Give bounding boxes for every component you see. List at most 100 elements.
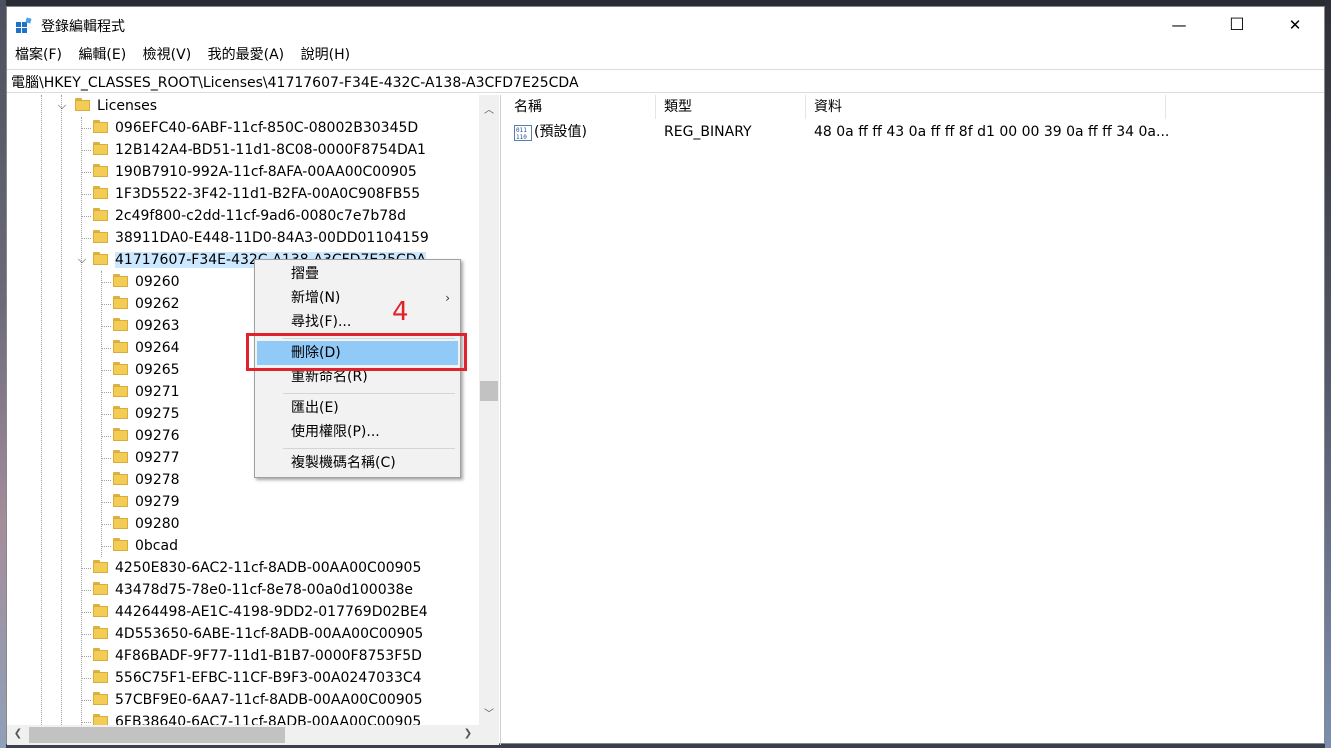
- menu-edit[interactable]: 編輯(E): [74, 43, 130, 67]
- tree-vertical-scroll-thumb[interactable]: [480, 381, 498, 401]
- tree-item-child-key[interactable]: 09262: [113, 293, 180, 315]
- tree-item-license-key[interactable]: 57CBF9E0-6AA7-11cf-8ADB-00AA00C00905: [93, 689, 423, 711]
- minimize-button[interactable]: —: [1150, 7, 1208, 43]
- menu-view[interactable]: 檢視(V): [139, 43, 196, 67]
- folder-icon: [113, 406, 129, 420]
- tree-guide: [81, 150, 91, 151]
- tree-vertical-scrollbar[interactable]: [479, 95, 499, 725]
- collapse-selected-chevron[interactable]: ⌵: [76, 249, 88, 271]
- folder-icon: [93, 648, 109, 662]
- address-bar[interactable]: 電腦\HKEY_CLASSES_ROOT\Licenses\41717607-F…: [7, 69, 1324, 93]
- tree-guide: [101, 414, 111, 415]
- tree-item-child-key[interactable]: 09263: [113, 315, 180, 337]
- tree-item-license-key[interactable]: 12B142A4-BD51-11d1-8C08-0000F8754DA1: [93, 139, 426, 161]
- ctx-separator: [283, 393, 455, 394]
- ctx-collapse[interactable]: 摺疊: [257, 262, 458, 286]
- scroll-down-arrow-icon[interactable]: ﹀: [480, 705, 498, 720]
- tree-item-license-key[interactable]: 096EFC40-6ABF-11cf-850C-08002B30345D: [93, 117, 418, 139]
- scroll-left-arrow-icon[interactable]: ❮: [9, 728, 27, 739]
- tree-item-child-key[interactable]: 09277: [113, 447, 180, 469]
- tree-guide: [81, 656, 91, 657]
- tree-guide: [41, 95, 42, 745]
- menu-bar: 檔案(F) 編輯(E) 檢視(V) 我的最愛(A) 說明(H): [7, 43, 1324, 67]
- tree-item-license-key[interactable]: 2c49f800-c2dd-11cf-9ad6-0080c7e7b78d: [93, 205, 406, 227]
- tree-item-child-key[interactable]: 09279: [113, 491, 180, 513]
- folder-icon: [93, 252, 109, 266]
- value-list[interactable]: 名稱 類型 資料 011 110 (預設值) REG_BINARY 48 0a …: [506, 95, 1326, 745]
- tree-item-child-key[interactable]: 09264: [113, 337, 180, 359]
- folder-icon: [93, 230, 109, 244]
- tree-item-license-key[interactable]: 4D553650-6ABE-11cf-8ADB-00AA00C00905: [93, 623, 423, 645]
- svg-text:110: 110: [516, 134, 527, 141]
- tree-item-child-key[interactable]: 09260: [113, 271, 180, 293]
- tree-item-license-key[interactable]: 4F86BADF-9F77-11d1-B1B7-0000F8753F5D: [93, 645, 422, 667]
- tree-horizontal-scroll-thumb[interactable]: [29, 727, 285, 743]
- column-header-data[interactable]: 資料: [806, 95, 1166, 119]
- value-row-name[interactable]: (預設值): [534, 121, 587, 143]
- folder-icon: [113, 516, 129, 530]
- tree-guide: [81, 722, 91, 723]
- tree-guide: [81, 700, 91, 701]
- tree-guide: [81, 128, 91, 129]
- ctx-separator: [283, 448, 455, 449]
- column-header-name[interactable]: 名稱: [506, 95, 656, 119]
- tree-guide: [101, 546, 111, 547]
- folder-icon: [75, 98, 91, 112]
- tree-item-license-key[interactable]: 43478d75-78e0-11cf-8e78-00a0d100038e: [93, 579, 413, 601]
- folder-icon: [113, 296, 129, 310]
- folder-icon: [113, 428, 129, 442]
- folder-icon: [113, 450, 129, 464]
- address-path[interactable]: 電腦\HKEY_CLASSES_ROOT\Licenses\41717607-F…: [11, 72, 579, 92]
- ctx-copy-key-name[interactable]: 複製機碼名稱(C): [257, 451, 458, 475]
- ctx-find[interactable]: 尋找(F)...: [257, 310, 458, 334]
- tree-item-child-key[interactable]: 09280: [113, 513, 180, 535]
- tree-guide: [81, 634, 91, 635]
- tree-item-child-key[interactable]: 09271: [113, 381, 180, 403]
- folder-icon: [93, 164, 109, 178]
- tree-item-child-key[interactable]: 09265: [113, 359, 180, 381]
- menu-file[interactable]: 檔案(F): [11, 43, 66, 67]
- tree-guide: [101, 392, 111, 393]
- highlight-annotation-box: [246, 333, 467, 371]
- tree-item-license-key[interactable]: 4250E830-6AC2-11cf-8ADB-00AA00C00905: [93, 557, 421, 579]
- collapse-licenses-chevron[interactable]: ⌵: [56, 95, 68, 117]
- folder-icon: [113, 538, 129, 552]
- tree-item-child-key[interactable]: 09275: [113, 403, 180, 425]
- folder-icon: [93, 670, 109, 684]
- title-bar[interactable]: 登錄編輯程式 — ☐ ✕: [7, 7, 1324, 43]
- tree-item-child-key[interactable]: 09278: [113, 469, 180, 491]
- ctx-export[interactable]: 匯出(E): [257, 396, 458, 420]
- tree-item-license-key[interactable]: 1F3D5522-3F42-11d1-B2FA-00A0C908FB55: [93, 183, 420, 205]
- maximize-button[interactable]: ☐: [1208, 7, 1266, 43]
- folder-icon: [93, 186, 109, 200]
- folder-icon: [93, 692, 109, 706]
- tree-item-license-key[interactable]: 190B7910-992A-11cf-8AFA-00AA00C00905: [93, 161, 417, 183]
- folder-icon: [93, 582, 109, 596]
- tree-item-license-key[interactable]: 38911DA0-E448-11D0-84A3-00DD01104159: [93, 227, 429, 249]
- tree-item-child-key[interactable]: 09276: [113, 425, 180, 447]
- tree-guide: [101, 326, 111, 327]
- tree-guide: [81, 194, 91, 195]
- tree-item-license-key[interactable]: 44264498-AE1C-4198-9DD2-017769D02BE4: [93, 601, 428, 623]
- ctx-new[interactable]: 新增(N) ›: [257, 286, 458, 310]
- close-button[interactable]: ✕: [1266, 7, 1324, 43]
- scroll-right-arrow-icon[interactable]: ❯: [459, 728, 477, 739]
- registry-editor-icon: [16, 17, 32, 33]
- tree-item-licenses[interactable]: Licenses: [75, 95, 157, 117]
- ctx-permissions[interactable]: 使用權限(P)...: [257, 420, 458, 444]
- tree-item-child-key[interactable]: 0bcad: [113, 535, 178, 557]
- tree-guide: [101, 304, 111, 305]
- menu-favorites[interactable]: 我的最愛(A): [204, 43, 289, 67]
- tree-item-license-key[interactable]: 556C75F1-EFBC-11CF-B9F3-00A0247033C4: [93, 667, 422, 689]
- submenu-arrow-icon: ›: [445, 291, 450, 305]
- folder-icon: [113, 384, 129, 398]
- scroll-up-arrow-icon[interactable]: ︿: [480, 101, 498, 116]
- tree-guide: [61, 95, 62, 745]
- column-header-type[interactable]: 類型: [656, 95, 806, 119]
- registry-editor-window: 登錄編輯程式 — ☐ ✕ 檔案(F) 編輯(E) 檢視(V) 我的最愛(A) 說…: [6, 6, 1326, 745]
- menu-help[interactable]: 說明(H): [297, 43, 354, 67]
- tree-guide: [101, 348, 111, 349]
- folder-icon: [93, 120, 109, 134]
- folder-icon: [93, 208, 109, 222]
- tree-guide: [101, 458, 111, 459]
